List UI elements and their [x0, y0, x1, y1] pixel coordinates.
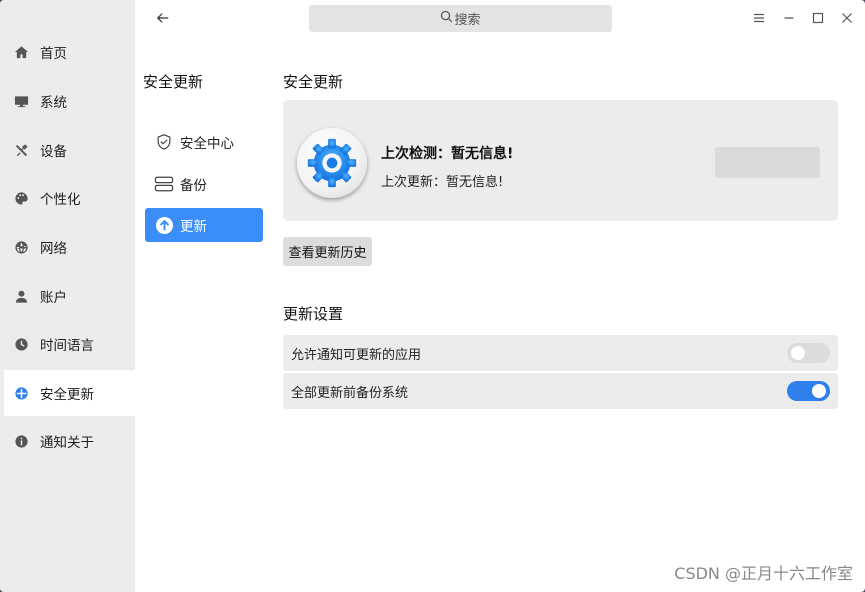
tools-icon — [13, 142, 29, 158]
sidebar-item-label: 设备 — [40, 144, 67, 160]
sidebar-item-devices[interactable]: 设备 — [4, 127, 135, 173]
setting-label: 允许通知可更新的应用 — [291, 347, 422, 363]
subnav-item-update[interactable]: 更新 — [145, 208, 263, 242]
sidebar-item-label: 时间语言 — [40, 338, 94, 354]
user-icon — [13, 288, 29, 304]
clock-icon — [13, 336, 29, 352]
subnav-item-security-center[interactable]: 安全中心 — [145, 125, 263, 159]
security-icon — [13, 385, 29, 401]
home-icon — [13, 44, 29, 60]
sidebar-item-label: 系统 — [40, 95, 67, 111]
close-button[interactable] — [839, 10, 855, 26]
maximize-icon — [812, 9, 824, 28]
sidebar-item-security-update[interactable]: 安全更新 — [4, 370, 135, 416]
back-button[interactable] — [154, 9, 172, 29]
minimize-icon — [783, 9, 795, 28]
page-title: 安全更新 — [283, 73, 344, 91]
subnav-item-backup[interactable]: 备份 — [145, 167, 263, 201]
search-placeholder: 搜索 — [454, 13, 481, 28]
sidebar-item-notify-about[interactable]: 通知关于 — [4, 418, 135, 464]
notify-updates-toggle[interactable] — [787, 343, 830, 363]
monitor-icon — [13, 93, 29, 109]
shield-icon — [153, 131, 175, 153]
arrow-left-icon — [156, 10, 170, 29]
sidebar-item-system[interactable]: 系统 — [4, 78, 135, 124]
sidebar: 首页 系统 设备 个性化 网络 账户 时间语言 安全更新 通知关于 — [0, 0, 135, 592]
sidebar-item-label: 通知关于 — [40, 435, 94, 451]
sidebar-item-time-language[interactable]: 时间语言 — [4, 321, 135, 367]
backup-before-update-toggle[interactable] — [787, 381, 830, 401]
toggle-knob — [791, 346, 805, 360]
sidebar-item-label: 账户 — [40, 290, 67, 306]
sidebar-item-home[interactable]: 首页 — [4, 29, 135, 75]
toggle-knob — [812, 384, 826, 398]
settings-window: 首页 系统 设备 个性化 网络 账户 时间语言 安全更新 通知关于 搜索 安全更… — [0, 0, 865, 592]
backup-icon — [153, 173, 175, 195]
watermark: CSDN @正月十六工作室 — [674, 564, 853, 583]
maximize-button[interactable] — [810, 10, 826, 26]
sidebar-item-label: 首页 — [40, 46, 67, 62]
view-history-button[interactable]: 查看更新历史 — [283, 237, 372, 266]
last-check-text: 上次检测：暂无信息! — [381, 146, 514, 162]
last-update-text: 上次更新：暂无信息! — [381, 175, 504, 190]
sidebar-item-label: 网络 — [40, 241, 67, 257]
sidebar-item-label: 安全更新 — [40, 387, 94, 403]
menu-icon — [753, 9, 765, 28]
subnav-item-label: 备份 — [180, 178, 207, 194]
sidebar-item-label: 个性化 — [40, 192, 81, 208]
setting-row-notify-updates: 允许通知可更新的应用 — [283, 335, 838, 371]
menu-button[interactable] — [751, 10, 767, 26]
check-update-button[interactable] — [715, 147, 820, 178]
sidebar-item-account[interactable]: 账户 — [4, 273, 135, 319]
update-arrow-icon — [153, 214, 175, 236]
update-gear-icon — [297, 128, 367, 198]
palette-icon — [13, 190, 29, 206]
setting-row-backup-before-update: 全部更新前备份系统 — [283, 373, 838, 409]
settings-section-title: 更新设置 — [283, 305, 344, 323]
update-status-card: 上次检测：暂无信息! 上次更新：暂无信息! — [283, 100, 838, 221]
minimize-button[interactable] — [781, 10, 797, 26]
subnav-title: 安全更新 — [143, 73, 204, 91]
info-icon — [13, 433, 29, 449]
search-input[interactable]: 搜索 — [309, 5, 612, 32]
subnav-item-label: 安全中心 — [180, 136, 234, 152]
sidebar-item-network[interactable]: 网络 — [4, 224, 135, 270]
search-icon — [440, 10, 454, 27]
close-icon — [841, 9, 853, 28]
setting-label: 全部更新前备份系统 — [291, 385, 409, 401]
subnav-item-label: 更新 — [180, 219, 207, 235]
sidebar-item-personalize[interactable]: 个性化 — [4, 175, 135, 221]
globe-icon — [13, 239, 29, 255]
